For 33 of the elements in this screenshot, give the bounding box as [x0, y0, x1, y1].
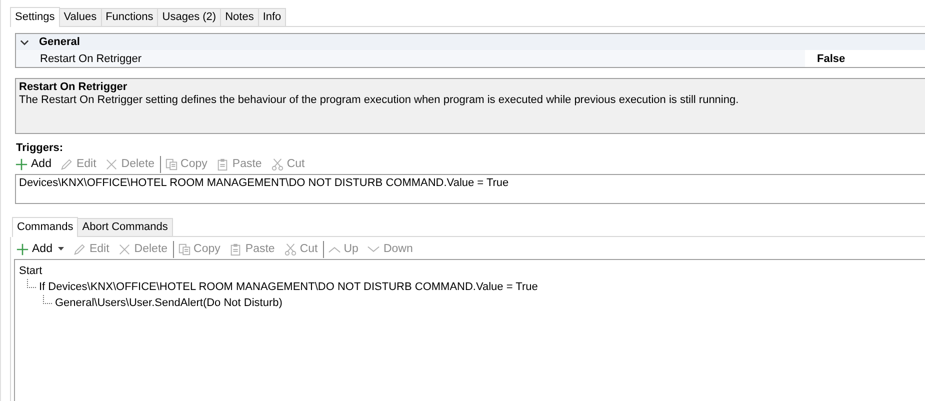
description-text: The Restart On Retrigger setting defines the behaviour of the program execution when program is executed while previous execution is still running. [19, 94, 740, 106]
tab[interactable]: Usages (2) [157, 8, 222, 26]
plus-icon [16, 242, 29, 256]
property-value[interactable]: False [805, 50, 925, 67]
tree-item[interactable]: Start [19, 265, 42, 277]
pencil-icon [73, 242, 86, 256]
tree-item[interactable]: If Devices\KNX\OFFICE\HOTEL ROOM MANAGEMENT\DO NOT DISTURB COMMAND.Value = True [39, 281, 538, 293]
clipboard-icon [229, 242, 242, 256]
tab[interactable]: Functions [100, 8, 158, 26]
tab[interactable]: Info [258, 8, 286, 26]
property-label: Restart On Retrigger [40, 52, 142, 64]
cross-icon [118, 242, 132, 256]
copy-icon [178, 242, 191, 256]
pencil-icon [60, 158, 74, 170]
scissors-icon [270, 158, 284, 170]
description-title: Restart On Retrigger [19, 81, 128, 93]
tab[interactable]: Notes [220, 8, 259, 26]
scissors-icon [284, 242, 297, 256]
cross-icon [105, 158, 118, 170]
tab[interactable]: Settings [10, 7, 60, 27]
chevron-down-icon[interactable] [20, 38, 29, 46]
plus-icon [15, 158, 28, 170]
toolbar-button[interactable]: Add [16, 242, 64, 256]
trigger-item[interactable]: Devices\KNX\OFFICE\HOTEL ROOM MANAGEMENT\DO NOT DISTURB COMMAND.Value = True [19, 177, 925, 189]
group-title: General [39, 36, 80, 48]
tab[interactable]: Abort Commands [77, 218, 173, 236]
toolbar-button[interactable]: Add [15, 158, 52, 170]
copy-icon [164, 158, 178, 170]
tab[interactable]: Commands [12, 217, 78, 237]
section-label: Triggers: [16, 142, 64, 154]
tree-item[interactable]: General\Users\User.SendAlert(Do Not Disturb) [55, 297, 282, 309]
tab[interactable]: Values [58, 8, 102, 26]
clipboard-icon [216, 158, 230, 170]
